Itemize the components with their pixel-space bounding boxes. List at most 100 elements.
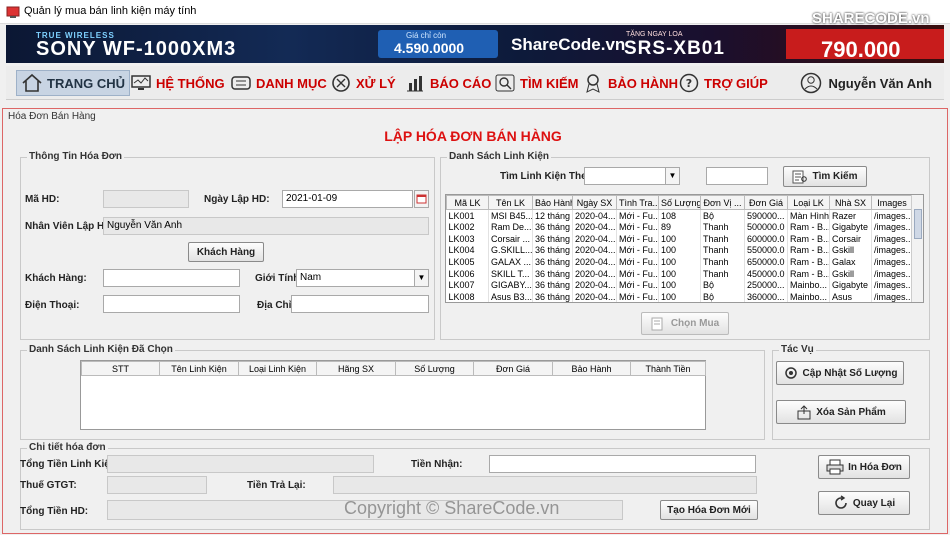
advertisement-banner: TRUE WIRELESS SONY WF-1000XM3 Giá chỉ cò… (6, 25, 944, 63)
date-field[interactable]: 2021-01-09 (282, 190, 413, 208)
selected-table-header[interactable]: Số Lượng (395, 361, 474, 376)
menu-item-help[interactable]: ? TRỢ GIÚP (674, 70, 772, 96)
menu-item-warranty[interactable]: BẢO HÀNH (578, 70, 682, 96)
received-field[interactable] (489, 455, 756, 473)
date-picker-button[interactable] (414, 190, 429, 208)
customer-field[interactable] (103, 269, 240, 287)
change-field[interactable] (333, 476, 757, 494)
buy-button-label: Chọn Mua (670, 318, 720, 329)
table-cell: G.SKILL... (488, 244, 533, 257)
process-icon (332, 74, 350, 92)
table-cell: 2020-04... (572, 232, 617, 245)
staff-field[interactable]: Nguyễn Văn Anh (103, 217, 429, 235)
table-cell: /images... (871, 232, 913, 245)
menu-item-search[interactable]: TÌM KIẾM (490, 70, 583, 96)
address-field[interactable] (291, 295, 429, 313)
selected-table-header[interactable]: Thành Tiền (630, 361, 706, 376)
table-cell: Thanh (700, 267, 745, 280)
component-table-header[interactable]: Images (871, 195, 913, 210)
total-parts-label: Tổng Tiền Linh Kiện: (20, 459, 120, 470)
menu-item-system[interactable]: HỆ THỐNG (126, 70, 229, 96)
table-row[interactable]: LK001 MSI B45... 12 tháng 2020-04... Mới - F… (446, 209, 913, 222)
selected-table-header[interactable]: Tên Linh Kiện (159, 361, 239, 376)
table-cell: /images... (871, 221, 913, 233)
selected-table-header[interactable]: Loại Linh Kiện (238, 361, 317, 376)
menu-item-catalog[interactable]: DANH MỤC (226, 70, 331, 96)
menu-item-home[interactable]: TRANG CHỦ (16, 70, 130, 96)
component-table-header[interactable]: Nhà SX (829, 195, 872, 210)
component-table-scrollbar[interactable] (911, 195, 923, 302)
back-arrow-icon (835, 495, 847, 509)
delete-product-button[interactable]: Xóa Sản Phẩm (776, 400, 906, 424)
menu-item-report[interactable]: BÁO CÁO (400, 70, 495, 96)
banner-price-label: Giá chỉ còn (406, 31, 447, 40)
new-invoice-button[interactable]: Tạo Hóa Đơn Mới (660, 500, 758, 520)
chevron-down-icon: ▼ (414, 270, 428, 286)
component-table-header[interactable]: Ngày SX (572, 195, 617, 210)
table-row[interactable]: LK006 SKILL T... 36 tháng 2020-04... Mới - F… (446, 267, 913, 280)
customer-label: Khách Hàng: (25, 273, 87, 284)
delete-product-label: Xóa Sản Phẩm (816, 406, 886, 418)
buy-button[interactable]: Chọn Mua (641, 312, 729, 335)
table-cell: Corsair ... (488, 232, 533, 245)
search-list-icon (792, 170, 808, 183)
scrollbar-thumb[interactable] (914, 209, 922, 239)
component-table-header[interactable]: Tình Tra... (616, 195, 659, 210)
component-table-header[interactable]: Bảo Hành (532, 195, 573, 210)
table-cell: 450000.0 (744, 267, 788, 280)
table-cell: Gskill (829, 244, 872, 257)
back-button[interactable]: Quay Lại (818, 491, 910, 515)
customer-button[interactable]: Khách Hàng (188, 242, 264, 262)
table-row[interactable]: LK002 Ram De... 36 tháng 2020-04... Mới - Fu… (446, 221, 913, 233)
table-cell: GALAX ... (488, 256, 533, 268)
component-table-header[interactable]: Đơn Vị ... (700, 195, 745, 210)
search-input[interactable] (706, 167, 768, 185)
table-cell: 250000... (744, 279, 788, 292)
selected-table-header[interactable]: Hãng SX (316, 361, 396, 376)
component-table[interactable]: Mã LK Tên LK Bảo Hành Ngày SX Tình Tra... Số … (445, 194, 924, 303)
component-table-header[interactable]: Tên LK (488, 195, 533, 210)
phone-field[interactable] (103, 295, 240, 313)
table-cell: 2020-04... (572, 279, 617, 292)
vat-field[interactable] (107, 476, 207, 494)
table-row[interactable]: LK007 GIGABY... 36 tháng 2020-04... Mới - Fu… (446, 279, 913, 292)
current-user[interactable]: Nguyễn Văn Anh (800, 72, 932, 94)
home-icon (22, 73, 42, 92)
print-invoice-button[interactable]: In Hóa Đơn (818, 455, 910, 479)
table-cell: 89 (658, 221, 701, 233)
component-table-header[interactable]: Loại LK (787, 195, 830, 210)
selected-table-header[interactable]: Đơn Giá (473, 361, 553, 376)
table-cell: 2020-04... (572, 209, 617, 222)
table-cell: 36 tháng (532, 244, 573, 257)
banner-gift-label: TẶNG NGAY LOA (626, 31, 683, 38)
table-cell: Mới - Fu... (616, 256, 659, 268)
table-row[interactable]: LK003 Corsair ... 36 tháng 2020-04... Mới - … (446, 232, 913, 245)
component-table-header[interactable]: Mã LK (446, 195, 489, 210)
table-row[interactable]: LK005 GALAX ... 36 tháng 2020-04... Mới - Fu… (446, 256, 913, 268)
total-parts-field[interactable] (107, 455, 374, 473)
invoice-id-field[interactable] (103, 190, 189, 208)
search-icon (495, 74, 515, 92)
table-cell: Mới - Fu... (616, 267, 659, 280)
update-quantity-button[interactable]: Cập Nhật Số Lượng (776, 361, 904, 385)
table-cell: LK005 (446, 256, 489, 268)
gender-select[interactable]: Nam ▼ (296, 269, 429, 287)
table-row[interactable]: LK008 Asus B3... 36 tháng 2020-04... Mới - F… (446, 291, 913, 302)
selected-table[interactable]: STT Tên Linh Kiện Loại Linh Kiện Hãng SX Số … (80, 360, 706, 430)
table-row[interactable]: LK004 G.SKILL... 36 tháng 2020-04... Mới - F… (446, 244, 913, 257)
table-cell: Mới - Fu... (616, 279, 659, 292)
invoice-info-title: Thông Tin Hóa Đơn (27, 151, 125, 162)
component-table-header[interactable]: Đơn Giá (744, 195, 788, 210)
search-by-select[interactable]: ▼ (584, 167, 680, 185)
table-cell: Ram - B... (787, 244, 830, 257)
received-label: Tiền Nhận: (411, 459, 463, 470)
component-table-header[interactable]: Số Lượng (658, 195, 701, 210)
main-menu-bar: TRANG CHỦ HỆ THỐNG DANH MỤC XỬ LÝ BÁO CÁ… (6, 66, 944, 100)
actions-title: Tác Vụ (779, 344, 816, 355)
menu-item-process[interactable]: XỬ LÝ (326, 70, 400, 96)
table-cell: Ram - B... (787, 232, 830, 245)
selected-table-header[interactable]: STT (81, 361, 160, 376)
search-button[interactable]: Tìm Kiếm (783, 166, 867, 187)
menu-label-report: BÁO CÁO (430, 75, 492, 91)
selected-table-header[interactable]: Bảo Hành (552, 361, 631, 376)
